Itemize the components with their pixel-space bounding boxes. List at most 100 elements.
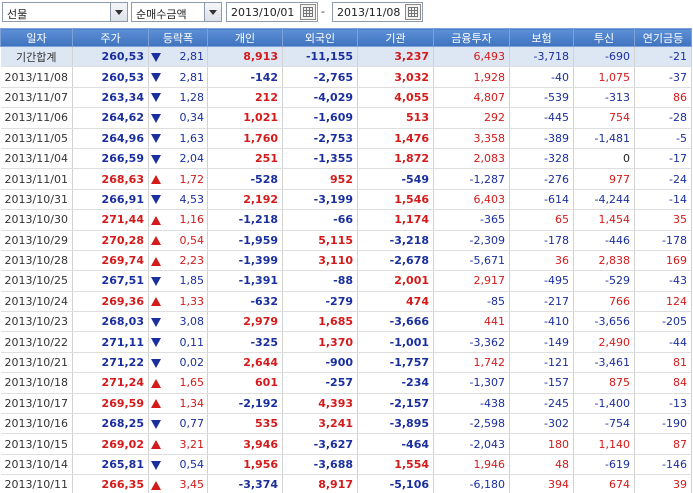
table-row[interactable]: 2013/10/15 269,02 3,21 3,946 -3,627 -464 -2,04… bbox=[0, 433, 692, 455]
cell-foreign: 952 bbox=[282, 168, 358, 190]
triangle-down-icon bbox=[151, 154, 161, 164]
cell-pension: 35 bbox=[634, 209, 692, 231]
cell-price: 267,51 bbox=[72, 270, 149, 292]
cell-pension: 81 bbox=[634, 352, 692, 374]
table-row[interactable]: 2013/10/21 271,22 0,02 2,644 -900 -1,757 1,742… bbox=[0, 352, 692, 374]
cell-price: 271,44 bbox=[72, 209, 149, 231]
table-row[interactable]: 2013/10/22 271,11 0,11 -325 1,370 -1,001 -3,36… bbox=[0, 331, 692, 353]
cell-foreign: -11,155 bbox=[282, 46, 358, 68]
cell-individual: 2,979 bbox=[207, 311, 283, 333]
cell-investment-trust: 674 bbox=[573, 474, 635, 493]
cell-pension: -205 bbox=[634, 311, 692, 333]
cell-price: 263,34 bbox=[72, 87, 149, 109]
table-row[interactable]: 2013/10/17 269,59 1,34 -2,192 4,393 -2,157 -43… bbox=[0, 393, 692, 415]
cell-foreign: -1,609 bbox=[282, 107, 358, 129]
cell-financial-investment: -5,671 bbox=[433, 250, 510, 272]
date-to-field[interactable]: 2013/11/08 bbox=[332, 2, 423, 22]
cell-investment-trust: 1,454 bbox=[573, 209, 635, 231]
table-row[interactable]: 2013/10/11 266,35 3,45 -3,374 8,917 -5,106 -6,… bbox=[0, 474, 692, 493]
col-header-date[interactable]: 일자 bbox=[0, 28, 73, 47]
cell-financial-investment: -1,307 bbox=[433, 372, 510, 394]
metric-select[interactable]: 순매수금액 bbox=[131, 2, 222, 22]
table-row[interactable]: 2013/11/05 264,96 1,63 1,760 -2,753 1,476 3,35… bbox=[0, 128, 692, 149]
up-arrow-icon bbox=[148, 372, 163, 394]
cell-date: 2013/10/25 bbox=[0, 270, 73, 292]
table-row[interactable]: 2013/11/07 263,34 1,28 212 -4,029 4,055 4,807-… bbox=[0, 87, 692, 109]
triangle-up-icon bbox=[151, 440, 161, 450]
cell-date: 2013/10/31 bbox=[0, 189, 73, 211]
triangle-up-icon bbox=[151, 215, 161, 225]
up-arrow-icon bbox=[148, 474, 163, 493]
cell-insurance: -495 bbox=[509, 270, 574, 292]
table-row[interactable]: 2013/10/31 266,91 4,53 2,192 -3,199 1,546 6,40… bbox=[0, 189, 692, 211]
col-header-individual[interactable]: 개인 bbox=[207, 28, 283, 47]
down-arrow-icon bbox=[148, 66, 163, 88]
cell-investment-trust: -754 bbox=[573, 413, 635, 435]
metric-select-value: 순매수금액 bbox=[136, 8, 187, 21]
cell-change: 1,33 bbox=[162, 291, 208, 313]
cell-individual: 2,192 bbox=[207, 189, 283, 211]
table-row[interactable]: 2013/10/14 265,81 0,54 1,956 -3,688 1,554 1,94… bbox=[0, 454, 692, 476]
table-row[interactable]: 2013/10/28 269,74 2,23 -1,399 3,110 -2,678 -5,… bbox=[0, 250, 692, 272]
cell-date: 2013/10/18 bbox=[0, 372, 73, 394]
cell-foreign: -279 bbox=[282, 291, 358, 313]
table-total-row[interactable]: 기간합계 260,53 2,81 8,913 -11,155 3,237 6,493 -3,7… bbox=[0, 46, 692, 68]
table-row[interactable]: 2013/11/04 266,59 2,04 251 -1,355 1,872 2,083-… bbox=[0, 148, 692, 170]
cell-financial-investment: 2,917 bbox=[433, 270, 510, 292]
calendar-icon[interactable] bbox=[300, 4, 316, 20]
table-row[interactable]: 2013/10/24 269,36 1,33 -632 -279 474 -85 -217 76… bbox=[0, 291, 692, 313]
cell-financial-investment: 441 bbox=[433, 311, 510, 333]
col-header-pension[interactable]: 연기금등 bbox=[634, 28, 692, 47]
cell-individual: -632 bbox=[207, 291, 283, 313]
cell-insurance: -121 bbox=[509, 352, 574, 374]
cell-individual: 1,956 bbox=[207, 454, 283, 476]
cell-financial-investment: -438 bbox=[433, 393, 510, 415]
table-row[interactable]: 2013/11/01 268,63 1,72 -528 952 -549 -1,287 -27… bbox=[0, 168, 692, 190]
cell-individual: -142 bbox=[207, 66, 283, 88]
col-header-financial-investment[interactable]: 금융투자 bbox=[433, 28, 510, 47]
cell-foreign: -2,753 bbox=[282, 128, 358, 149]
cell-foreign: 3,241 bbox=[282, 413, 358, 435]
table-row[interactable]: 2013/10/16 268,25 0,77 535 3,241 -3,895 -2,598… bbox=[0, 413, 692, 435]
cell-financial-investment: -2,309 bbox=[433, 230, 510, 251]
cell-financial-investment: -1,287 bbox=[433, 168, 510, 190]
cell-price: 264,96 bbox=[72, 128, 149, 149]
cell-pension: -24 bbox=[634, 168, 692, 190]
table-row[interactable]: 2013/11/06 264,62 0,34 1,021 -1,609 513 292 -44… bbox=[0, 107, 692, 129]
cell-foreign: -3,199 bbox=[282, 189, 358, 211]
table-row[interactable]: 2013/10/29 270,28 0,54 -1,959 5,115 -3,218 -2,… bbox=[0, 230, 692, 251]
triangle-down-icon bbox=[151, 276, 161, 286]
col-header-insurance[interactable]: 보험 bbox=[509, 28, 574, 47]
chevron-down-icon[interactable] bbox=[204, 3, 221, 21]
cell-change: 3,08 bbox=[162, 311, 208, 333]
triangle-up-icon bbox=[151, 175, 161, 185]
cell-change: 2,81 bbox=[162, 46, 208, 68]
col-header-change[interactable]: 등락폭 bbox=[148, 28, 208, 47]
col-header-investment-trust[interactable]: 투신 bbox=[573, 28, 635, 47]
col-header-foreign[interactable]: 외국인 bbox=[282, 28, 358, 47]
date-from-field[interactable]: 2013/10/01 bbox=[226, 2, 318, 22]
table-row[interactable]: 2013/10/23 268,03 3,08 2,979 1,685 -3,666 441-… bbox=[0, 311, 692, 333]
table-row[interactable]: 2013/10/25 267,51 1,85 -1,391 -88 2,001 2,917-… bbox=[0, 270, 692, 292]
cell-insurance: -614 bbox=[509, 189, 574, 211]
triangle-down-icon bbox=[151, 317, 161, 327]
cell-financial-investment: -85 bbox=[433, 291, 510, 313]
cell-foreign: -4,029 bbox=[282, 87, 358, 109]
cell-individual: 2,644 bbox=[207, 352, 283, 374]
up-arrow-icon bbox=[148, 291, 163, 313]
cell-individual: 3,946 bbox=[207, 433, 283, 455]
chevron-down-icon[interactable] bbox=[110, 3, 127, 21]
cell-pension: 87 bbox=[634, 433, 692, 455]
table-row[interactable]: 2013/11/08 260,53 2,81 -142 -2,765 3,032 1,928… bbox=[0, 66, 692, 88]
cell-pension: -43 bbox=[634, 270, 692, 292]
cell-institution: 1,554 bbox=[357, 454, 434, 476]
cell-investment-trust: 754 bbox=[573, 107, 635, 129]
calendar-icon[interactable] bbox=[405, 4, 421, 20]
table-row[interactable]: 2013/10/30 271,44 1,16 -1,218 -66 1,174 -365 65… bbox=[0, 209, 692, 231]
col-header-institution[interactable]: 기관 bbox=[357, 28, 434, 47]
col-header-price[interactable]: 주가 bbox=[72, 28, 149, 47]
table-row[interactable]: 2013/10/18 271,24 1,65 601 -257 -234 -1,307 -15… bbox=[0, 372, 692, 394]
cell-institution: 1,546 bbox=[357, 189, 434, 211]
triangle-down-icon bbox=[151, 460, 161, 470]
market-select[interactable]: 선물 bbox=[2, 2, 128, 22]
